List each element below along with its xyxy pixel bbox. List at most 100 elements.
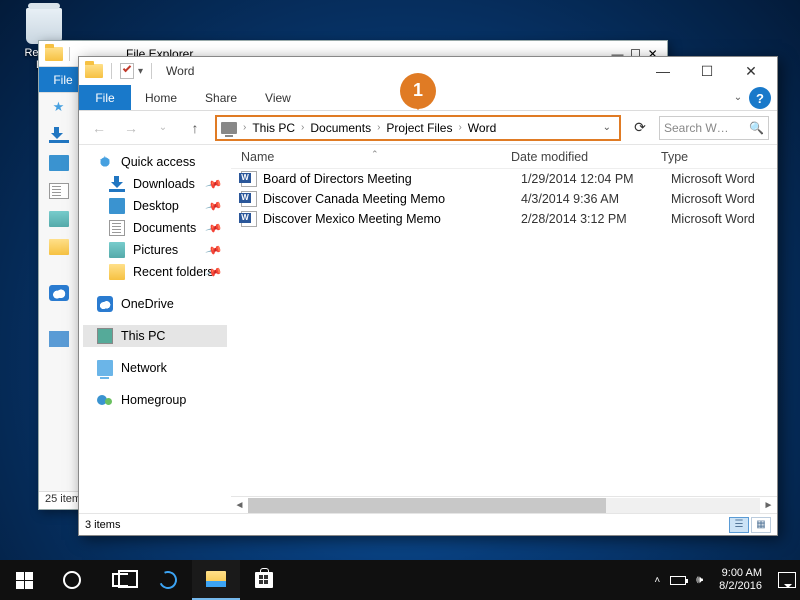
up-button[interactable]: ↑	[183, 116, 207, 140]
sidebar: Quick access Downloads📌Desktop📌Documents…	[79, 145, 231, 513]
forward-button[interactable]: →	[119, 116, 143, 140]
col-name[interactable]: Name⌃	[231, 150, 511, 164]
view-tab[interactable]: View	[251, 85, 305, 110]
search-input[interactable]: Search W… 🔍	[659, 116, 769, 140]
pin-icon: 📌	[205, 219, 223, 237]
clock[interactable]: 9:00 AM 8/2/2016	[713, 567, 768, 593]
file-row[interactable]: Discover Canada Meeting Memo4/3/2014 9:3…	[231, 189, 777, 209]
ico-pics	[109, 242, 125, 258]
file-name: Discover Canada Meeting Memo	[263, 192, 521, 206]
sidebar-item-network[interactable]: Network	[83, 357, 227, 379]
file-type: Microsoft Word	[671, 192, 777, 206]
file-name: Discover Mexico Meeting Memo	[263, 212, 521, 226]
ico-docs	[109, 220, 125, 236]
pin-icon: 📌	[205, 241, 223, 259]
maximize-button[interactable]: ☐	[685, 58, 729, 84]
crumb-2[interactable]: Project Files	[382, 121, 456, 135]
close-button[interactable]: ✕	[729, 58, 773, 84]
sidebar-item-downloads[interactable]: Downloads📌	[83, 173, 227, 195]
col-date[interactable]: Date modified	[511, 150, 661, 164]
system-tray: ˄ 🕪 9:00 AM 8/2/2016	[654, 560, 800, 600]
file-type: Microsoft Word	[671, 172, 777, 186]
store-button[interactable]	[240, 560, 288, 600]
details-view-button[interactable]: ☰	[729, 517, 749, 533]
sidebar-quick-access[interactable]: Quick access	[83, 151, 227, 173]
file-row[interactable]: Board of Directors Meeting1/29/2014 12:0…	[231, 169, 777, 189]
cortana-icon	[63, 571, 81, 589]
file-list: Board of Directors Meeting1/29/2014 12:0…	[231, 169, 777, 496]
window-title: Word	[166, 64, 641, 78]
desktop: Recycle Bin File Explorer — ☐ ✕ File ★ 2…	[0, 0, 800, 600]
search-icon: 🔍	[749, 121, 764, 135]
nav-row: ← → ⌄ ↑ 1 › This PC › Documents › Projec…	[79, 111, 777, 145]
ico-desk	[109, 198, 125, 214]
horizontal-scrollbar[interactable]: ◄►	[231, 496, 777, 513]
file-date: 1/29/2014 12:04 PM	[521, 172, 671, 186]
file-date: 2/28/2014 3:12 PM	[521, 212, 671, 226]
cortana-button[interactable]	[48, 560, 96, 600]
battery-icon[interactable]	[670, 576, 686, 585]
crumb-1[interactable]: Documents	[306, 121, 375, 135]
folder-icon	[45, 47, 63, 61]
thumbnails-view-button[interactable]: ▦	[751, 517, 771, 533]
ico-od	[97, 296, 113, 312]
taskbar: ˄ 🕪 9:00 AM 8/2/2016	[0, 560, 800, 600]
col-type[interactable]: Type	[661, 150, 777, 164]
sidebar-item-desktop[interactable]: Desktop📌	[83, 195, 227, 217]
task-view-icon	[112, 573, 128, 587]
refresh-button[interactable]: ⟳	[629, 119, 651, 136]
column-headers: Name⌃ Date modified Type	[231, 145, 777, 169]
tray-overflow-icon[interactable]: ˄	[654, 575, 660, 586]
share-tab[interactable]: Share	[191, 85, 251, 110]
file-type: Microsoft Word	[671, 212, 777, 226]
file-pane: Name⌃ Date modified Type Board of Direct…	[231, 145, 777, 513]
address-dropdown-icon[interactable]: ⌄	[597, 122, 617, 133]
file-name: Board of Directors Meeting	[263, 172, 521, 186]
file-date: 4/3/2014 9:36 AM	[521, 192, 671, 206]
word-doc-icon	[241, 191, 257, 207]
sidebar-item-onedrive[interactable]: OneDrive	[83, 293, 227, 315]
task-view-button[interactable]	[96, 560, 144, 600]
crumb-0[interactable]: This PC	[248, 121, 299, 135]
volume-icon[interactable]: 🕪	[696, 574, 703, 587]
minimize-button[interactable]: —	[641, 58, 685, 84]
sidebar-item-recent-folders[interactable]: Recent folders📌	[83, 261, 227, 283]
folder-icon	[85, 64, 103, 78]
edge-icon	[156, 568, 179, 591]
properties-icon[interactable]	[120, 63, 134, 79]
action-center-icon[interactable]	[778, 572, 796, 588]
start-button[interactable]	[0, 560, 48, 600]
history-dropdown-icon[interactable]: ⌄	[151, 116, 175, 140]
search-placeholder: Search W…	[664, 121, 729, 135]
ico-recent	[109, 264, 125, 280]
sort-indicator-icon: ⌃	[371, 149, 379, 160]
pin-icon: 📌	[205, 175, 223, 193]
file-tab[interactable]: File	[79, 85, 131, 110]
crumb-3[interactable]: Word	[464, 121, 500, 135]
file-row[interactable]: Discover Mexico Meeting Memo2/28/2014 3:…	[231, 209, 777, 229]
file-explorer-button[interactable]	[192, 560, 240, 600]
status-text: 3 items	[85, 519, 120, 531]
sidebar-item-this-pc[interactable]: This PC	[83, 325, 227, 347]
word-doc-icon	[241, 171, 257, 187]
quick-access-icon	[97, 154, 113, 170]
help-icon[interactable]: ?	[749, 87, 771, 109]
edge-button[interactable]	[144, 560, 192, 600]
explorer-window: ▾ Word — ☐ ✕ File Home Share View ⌄ ? ← …	[78, 56, 778, 536]
ico-dl	[109, 176, 125, 192]
status-bar: 3 items ☰ ▦	[79, 513, 777, 535]
ico-net	[97, 360, 113, 376]
sidebar-item-pictures[interactable]: Pictures📌	[83, 239, 227, 261]
pc-icon	[221, 122, 237, 134]
recycle-bin-icon	[26, 8, 62, 44]
ribbon-chevron-icon[interactable]: ⌄	[729, 85, 747, 110]
sidebar-item-homegroup[interactable]: Homegroup	[83, 389, 227, 411]
word-doc-icon	[241, 211, 257, 227]
home-tab[interactable]: Home	[131, 85, 191, 110]
ico-pc2	[97, 328, 113, 344]
pin-icon: 📌	[205, 197, 223, 215]
back-button[interactable]: ←	[87, 116, 111, 140]
sidebar-item-documents[interactable]: Documents📌	[83, 217, 227, 239]
ico-home	[97, 392, 113, 408]
breadcrumb[interactable]: 1 › This PC › Documents › Project Files …	[215, 115, 621, 141]
